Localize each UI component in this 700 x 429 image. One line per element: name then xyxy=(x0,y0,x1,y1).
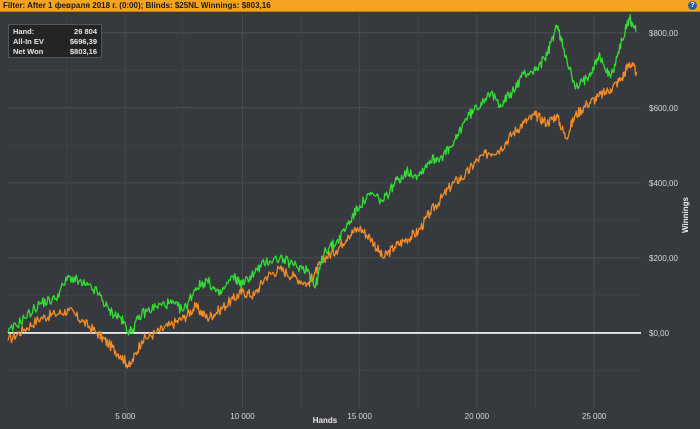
stats-label: All-In EV xyxy=(13,37,44,46)
stats-row-net-won: Net Won $803,16 xyxy=(13,47,97,57)
winnings-chart: 5 000 10 000 15 000 20 000 25 000 $0,00 $200,0… xyxy=(0,12,700,429)
stats-value: 26 804 xyxy=(74,27,97,36)
y-tick-label: $600,00 xyxy=(649,104,678,113)
y-tick-label: $200,00 xyxy=(649,254,678,263)
stats-label: Hand: xyxy=(13,27,35,36)
y-tick-label: $0,00 xyxy=(649,329,670,338)
stats-row-allin-ev: All-In EV $696,39 xyxy=(13,37,97,47)
x-tick-label: 25 000 xyxy=(582,412,607,421)
stats-row-hand: Hand: 26 804 xyxy=(13,27,97,37)
x-tick-label: 15 000 xyxy=(347,412,372,421)
stats-value: $803,16 xyxy=(69,47,97,56)
stats-label: Net Won xyxy=(13,47,44,56)
y-axis-label: Winnings xyxy=(681,196,690,232)
x-tick-label: 10 000 xyxy=(230,412,255,421)
y-tick-label: $800,00 xyxy=(649,29,678,38)
x-tick-label: 5 000 xyxy=(115,412,136,421)
y-tick-label: $400,00 xyxy=(649,179,678,188)
x-tick-label: 20 000 xyxy=(465,412,490,421)
x-axis-label: Hands xyxy=(313,416,338,425)
stats-box: Hand: 26 804 All-In EV $696,39 Net Won $803… xyxy=(8,24,102,58)
stats-value: $696,39 xyxy=(69,37,97,46)
